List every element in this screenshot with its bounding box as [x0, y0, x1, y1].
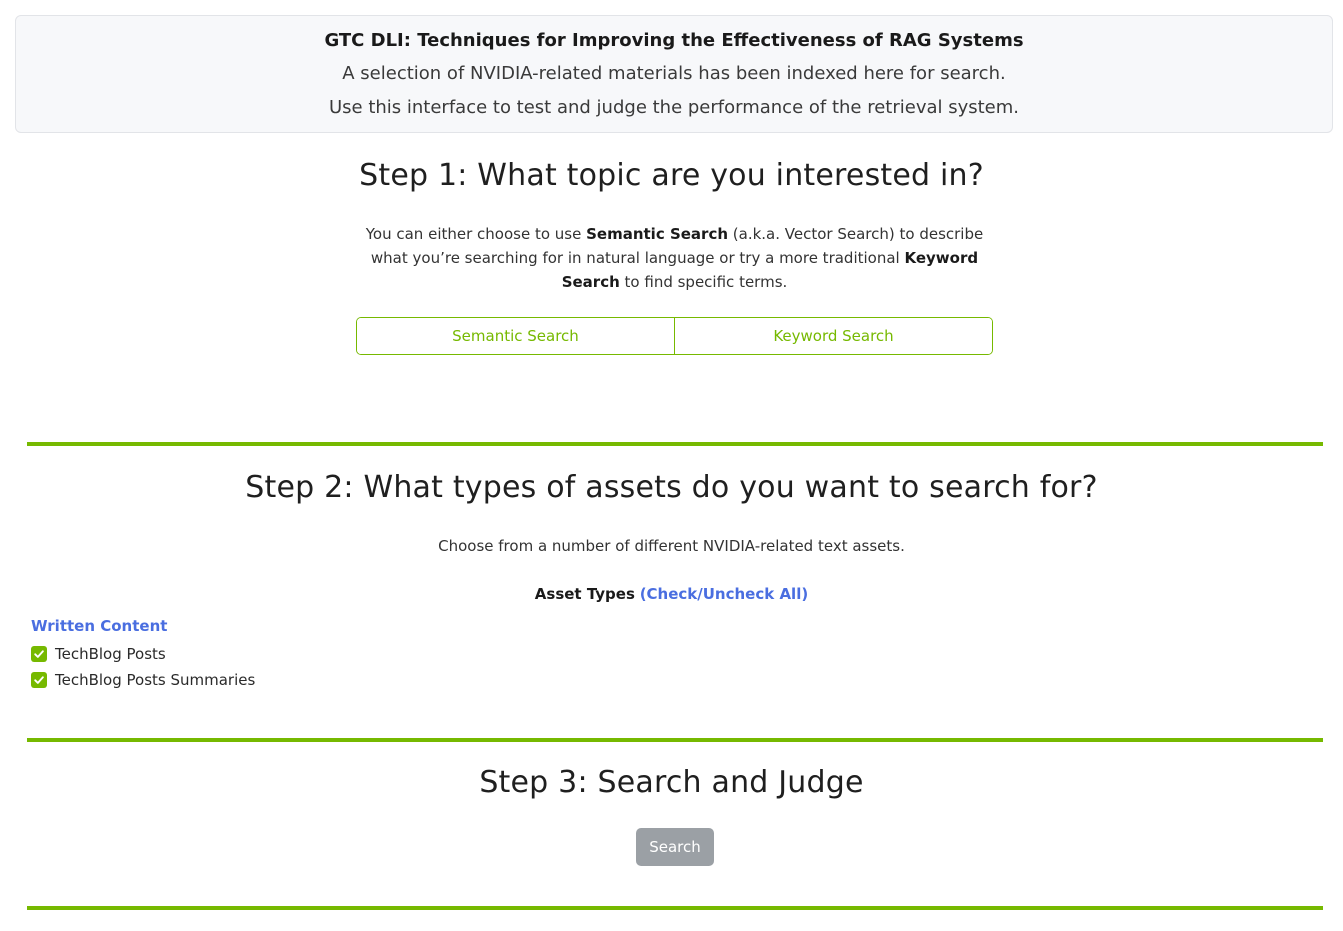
techblog-posts-label: TechBlog Posts — [55, 645, 166, 663]
step2-subtitle: Choose from a number of different NVIDIA… — [438, 537, 905, 555]
search-mode-toggle: Semantic Search Keyword Search — [356, 317, 993, 355]
step1-title: Step 1: What topic are you interested in… — [359, 158, 984, 193]
checkmark-icon — [34, 676, 44, 684]
techblog-posts-summaries-checkbox[interactable] — [31, 672, 47, 688]
keyword-search-button[interactable]: Keyword Search — [674, 318, 992, 354]
header-description-line-1: A selection of NVIDIA-related materials … — [342, 63, 1006, 84]
section-divider-2 — [27, 738, 1323, 742]
checkmark-icon — [34, 650, 44, 658]
section-divider-3 — [27, 906, 1323, 910]
header-card: GTC DLI: Techniques for Improving the Ef… — [15, 15, 1333, 133]
techblog-posts-summaries-label: TechBlog Posts Summaries — [55, 671, 256, 689]
written-content-group-label[interactable]: Written Content — [31, 617, 167, 635]
step1-desc-bold-semantic: Semantic Search — [586, 225, 729, 243]
page: GTC DLI: Techniques for Improving the Ef… — [0, 0, 1343, 931]
semantic-search-button[interactable]: Semantic Search — [357, 318, 674, 354]
asset-types-heading: Asset Types (Check/Uncheck All) — [0, 585, 1343, 603]
search-button[interactable]: Search — [636, 828, 714, 866]
section-divider-1 — [27, 442, 1323, 446]
page-title: GTC DLI: Techniques for Improving the Ef… — [324, 30, 1024, 51]
asset-types-label: Asset Types — [534, 585, 635, 603]
header-description-line-2: Use this interface to test and judge the… — [328, 97, 1020, 118]
step1-desc-text-1: You can either choose to use — [365, 225, 587, 243]
asset-option-techblog-posts[interactable]: TechBlog Posts — [31, 645, 166, 663]
asset-option-techblog-posts-summaries[interactable]: TechBlog Posts Summaries — [31, 671, 255, 689]
step2-title: Step 2: What types of assets do you want… — [245, 470, 1098, 505]
check-uncheck-all-link[interactable]: (Check/Uncheck All) — [640, 585, 809, 603]
step1-description: You can either choose to use Semantic Se… — [356, 222, 993, 294]
techblog-posts-checkbox[interactable] — [31, 646, 47, 662]
step3-title: Step 3: Search and Judge — [479, 765, 864, 800]
step1-desc-text-3: to find specific terms. — [619, 273, 788, 291]
